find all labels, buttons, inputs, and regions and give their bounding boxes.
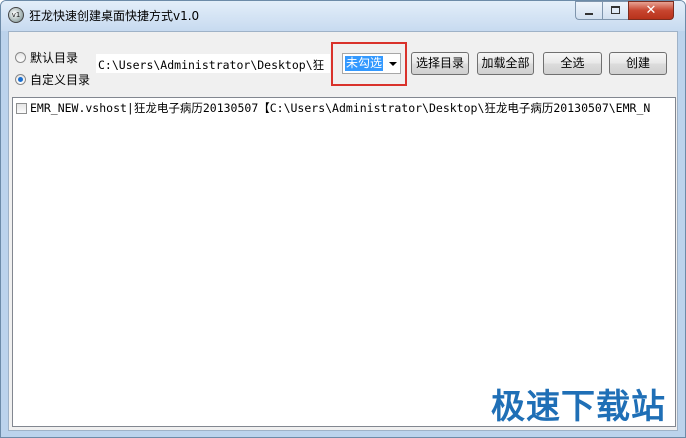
list-item[interactable]: EMR_NEW.vshost|狂龙电子病历20130507【C:\Users\A… (16, 100, 650, 116)
filter-combo-value: 未勾选 (345, 56, 384, 71)
title-bar[interactable]: v1 狂龙快速创建桌面快捷方式v1.0 ✕ (1, 1, 685, 31)
app-window: v1 狂龙快速创建桌面快捷方式v1.0 ✕ 默认目录 自定义目录 C:\User… (0, 0, 686, 438)
radio-custom-dir-label: 自定义目录 (30, 73, 91, 87)
radio-default-dir[interactable]: 默认目录 (15, 49, 78, 66)
maximize-icon (611, 6, 620, 14)
chevron-down-icon[interactable] (389, 62, 397, 66)
select-all-button[interactable]: 全选 (543, 52, 602, 75)
directory-path-field[interactable]: C:\Users\Administrator\Desktop\狂 (95, 53, 331, 74)
shortcut-list[interactable]: EMR_NEW.vshost|狂龙电子病历20130507【C:\Users\A… (12, 97, 676, 427)
window-title: 狂龙快速创建桌面快捷方式v1.0 (29, 9, 200, 23)
maximize-button[interactable] (602, 1, 628, 20)
minimize-button[interactable] (575, 1, 602, 20)
minimize-icon (585, 13, 593, 15)
watermark-text: 极速下载站 (491, 387, 666, 427)
close-icon: ✕ (645, 3, 657, 18)
radio-custom-dir[interactable]: 自定义目录 (15, 71, 90, 88)
select-directory-button[interactable]: 选择目录 (411, 52, 469, 75)
list-item-checkbox[interactable] (16, 102, 27, 114)
list-item-text: EMR_NEW.vshost|狂龙电子病历20130507【C:\Users\A… (30, 101, 651, 115)
create-button[interactable]: 创建 (609, 52, 667, 75)
radio-default-dir-circle[interactable] (15, 52, 26, 63)
radio-default-dir-label: 默认目录 (30, 51, 79, 65)
close-button[interactable]: ✕ (628, 1, 674, 20)
load-all-button[interactable]: 加载全部 (477, 52, 534, 75)
radio-custom-dir-circle[interactable] (15, 74, 26, 85)
app-dragon-icon: v1 (8, 7, 24, 23)
filter-combo[interactable]: 未勾选 (342, 53, 401, 74)
client-area: 默认目录 自定义目录 C:\Users\Administrator\Deskto… (8, 31, 678, 431)
